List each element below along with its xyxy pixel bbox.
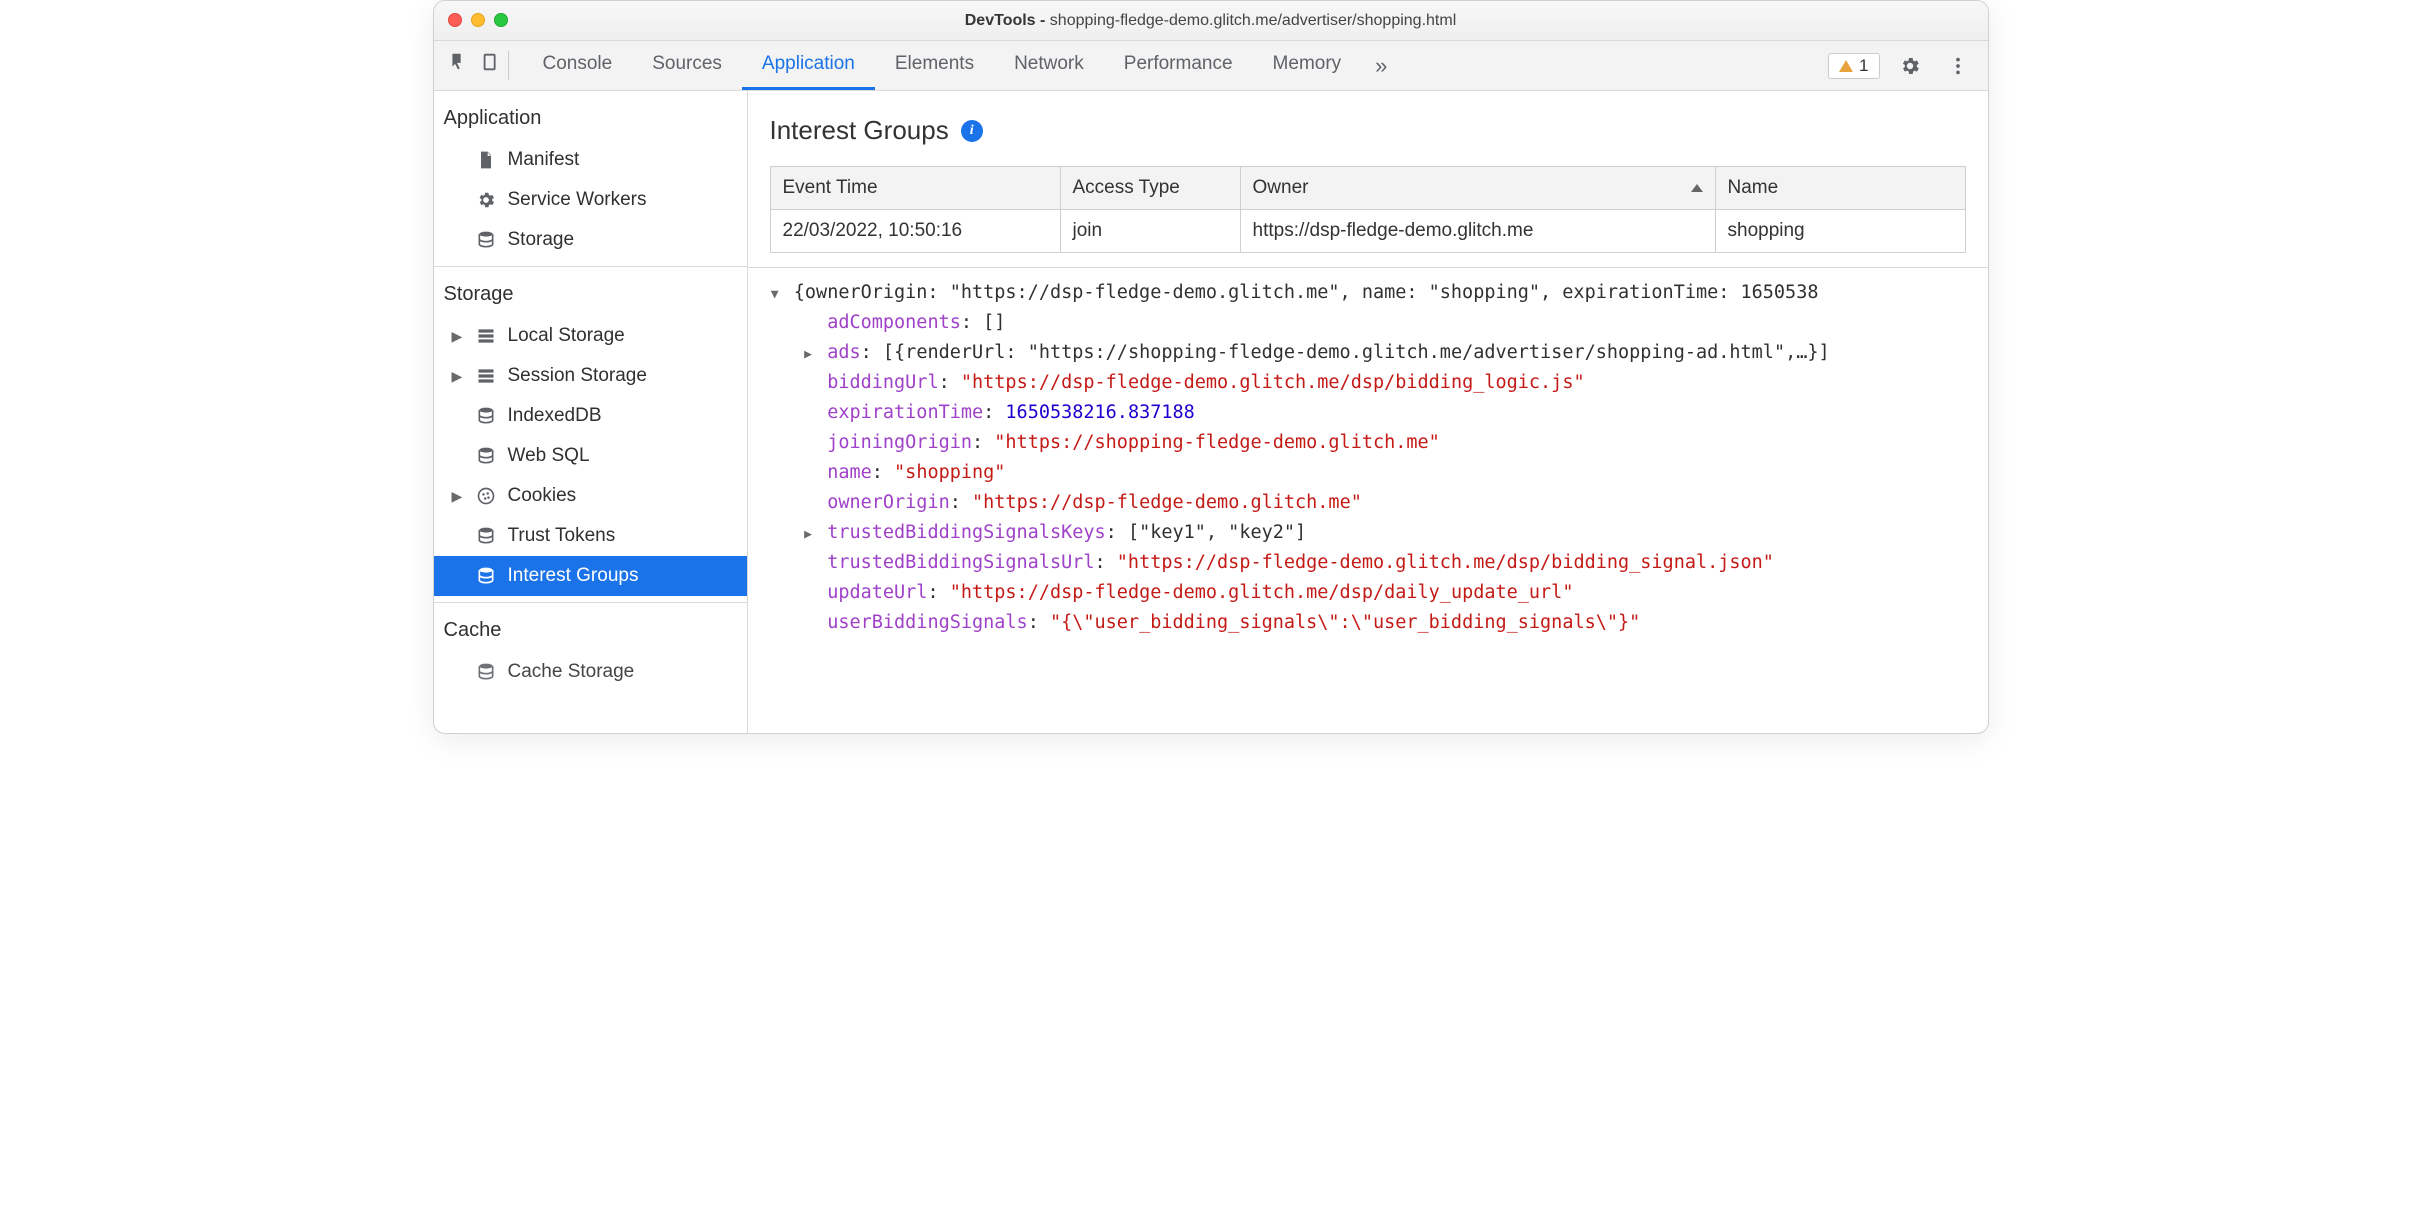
collapse-arrow-icon[interactable]: ▼ <box>767 284 783 305</box>
col-event-time[interactable]: Event Time <box>770 167 1060 210</box>
expand-arrow-icon: ▶ <box>452 328 463 345</box>
database-icon <box>476 526 496 546</box>
warning-count-badge[interactable]: 1 <box>1828 53 1879 79</box>
table-icon <box>476 366 496 386</box>
cookie-icon <box>476 486 496 506</box>
device-toolbar-icon[interactable] <box>480 51 502 79</box>
tabbar: Console Sources Application Elements Net… <box>434 41 1988 91</box>
tab-performance[interactable]: Performance <box>1104 41 1253 90</box>
sidebar-item-cookies[interactable]: ▶ Cookies <box>434 476 747 516</box>
json-viewer[interactable]: ▼ {ownerOrigin: "https://dsp-fledge-demo… <box>748 267 1988 733</box>
gear-icon <box>1899 55 1921 77</box>
sidebar-item-label: Cookies <box>508 485 577 507</box>
sidebar-item-session-storage[interactable]: ▶ Session Storage <box>434 356 747 396</box>
sidebar-item-label: IndexedDB <box>508 405 602 427</box>
more-menu-button[interactable] <box>1940 48 1976 84</box>
sidebar-item-label: Storage <box>508 229 575 251</box>
sidebar-item-label: Cache Storage <box>508 661 635 683</box>
database-icon <box>476 566 496 586</box>
expand-arrow-icon: ▶ <box>452 368 463 385</box>
sidebar-item-service-workers[interactable]: Service Workers <box>434 180 747 220</box>
sidebar-item-local-storage[interactable]: ▶ Local Storage <box>434 316 747 356</box>
titlebar: DevTools - shopping-fledge-demo.glitch.m… <box>434 1 1988 41</box>
sidebar-item-interest-groups[interactable]: Interest Groups <box>434 556 747 596</box>
kebab-icon <box>1947 55 1969 77</box>
col-access-type[interactable]: Access Type <box>1060 167 1240 210</box>
sidebar: Application Manifest Service Workers Sto… <box>434 91 748 733</box>
sidebar-item-label: Manifest <box>508 149 580 171</box>
sidebar-item-trust-tokens[interactable]: Trust Tokens <box>434 516 747 556</box>
sidebar-item-cache-storage[interactable]: Cache Storage <box>434 652 747 692</box>
sidebar-item-manifest[interactable]: Manifest <box>434 140 747 180</box>
database-icon <box>476 446 496 466</box>
sidebar-item-indexeddb[interactable]: IndexedDB <box>434 396 747 436</box>
cell-owner: https://dsp-fledge-demo.glitch.me <box>1240 210 1715 253</box>
panel-title: Interest Groups <box>770 115 949 146</box>
inspect-element-icon[interactable] <box>446 51 468 79</box>
col-owner[interactable]: Owner <box>1240 167 1715 210</box>
sidebar-item-label: Trust Tokens <box>508 525 616 547</box>
window-title: DevTools - shopping-fledge-demo.glitch.m… <box>965 12 1457 30</box>
title-prefix: DevTools - <box>965 12 1050 29</box>
database-icon <box>476 406 496 426</box>
sidebar-section-cache: Cache <box>434 603 747 652</box>
sidebar-item-label: Local Storage <box>508 325 625 347</box>
tab-console[interactable]: Console <box>523 41 633 90</box>
sidebar-item-web-sql[interactable]: Web SQL <box>434 436 747 476</box>
tab-memory[interactable]: Memory <box>1253 41 1362 90</box>
cell-access-type: join <box>1060 210 1240 253</box>
tab-elements[interactable]: Elements <box>875 41 994 90</box>
content: Application Manifest Service Workers Sto… <box>434 91 1988 733</box>
traffic-lights <box>448 13 508 27</box>
gear-icon <box>476 190 496 210</box>
tabs-overflow-button[interactable]: » <box>1361 53 1401 79</box>
database-icon <box>476 662 496 682</box>
close-window-button[interactable] <box>448 13 462 27</box>
sidebar-item-label: Service Workers <box>508 189 647 211</box>
tab-network[interactable]: Network <box>994 41 1104 90</box>
devtools-window: DevTools - shopping-fledge-demo.glitch.m… <box>433 0 1989 734</box>
warning-count: 1 <box>1859 56 1868 76</box>
sidebar-item-label: Session Storage <box>508 365 647 387</box>
expand-arrow-icon[interactable]: ▶ <box>800 524 816 545</box>
table-icon <box>476 326 496 346</box>
maximize-window-button[interactable] <box>494 13 508 27</box>
sidebar-section-storage: Storage <box>434 267 747 316</box>
sort-asc-icon <box>1691 184 1703 192</box>
sidebar-section-application: Application <box>434 91 747 140</box>
expand-arrow-icon: ▶ <box>452 488 463 505</box>
sidebar-item-label: Web SQL <box>508 445 590 467</box>
sidebar-item-storage[interactable]: Storage <box>434 220 747 260</box>
tabs: Console Sources Application Elements Net… <box>523 41 1825 90</box>
table-row[interactable]: 22/03/2022, 10:50:16 join https://dsp-fl… <box>770 210 1965 253</box>
main-panel: Interest Groups i Event Time Access Type… <box>748 91 1988 733</box>
database-icon <box>476 230 496 250</box>
warning-icon <box>1839 60 1853 72</box>
tab-sources[interactable]: Sources <box>632 41 742 90</box>
cell-event-time: 22/03/2022, 10:50:16 <box>770 210 1060 253</box>
tab-application[interactable]: Application <box>742 41 875 90</box>
expand-arrow-icon[interactable]: ▶ <box>800 344 816 365</box>
title-url: shopping-fledge-demo.glitch.me/advertise… <box>1050 12 1456 29</box>
file-icon <box>476 150 496 170</box>
interest-groups-table: Event Time Access Type Owner Name 22/03/… <box>770 166 1966 253</box>
settings-button[interactable] <box>1892 48 1928 84</box>
col-name[interactable]: Name <box>1715 167 1965 210</box>
cell-name: shopping <box>1715 210 1965 253</box>
minimize-window-button[interactable] <box>471 13 485 27</box>
panel-title-row: Interest Groups i <box>748 91 1988 166</box>
sidebar-item-label: Interest Groups <box>508 565 639 587</box>
info-icon[interactable]: i <box>961 120 983 142</box>
